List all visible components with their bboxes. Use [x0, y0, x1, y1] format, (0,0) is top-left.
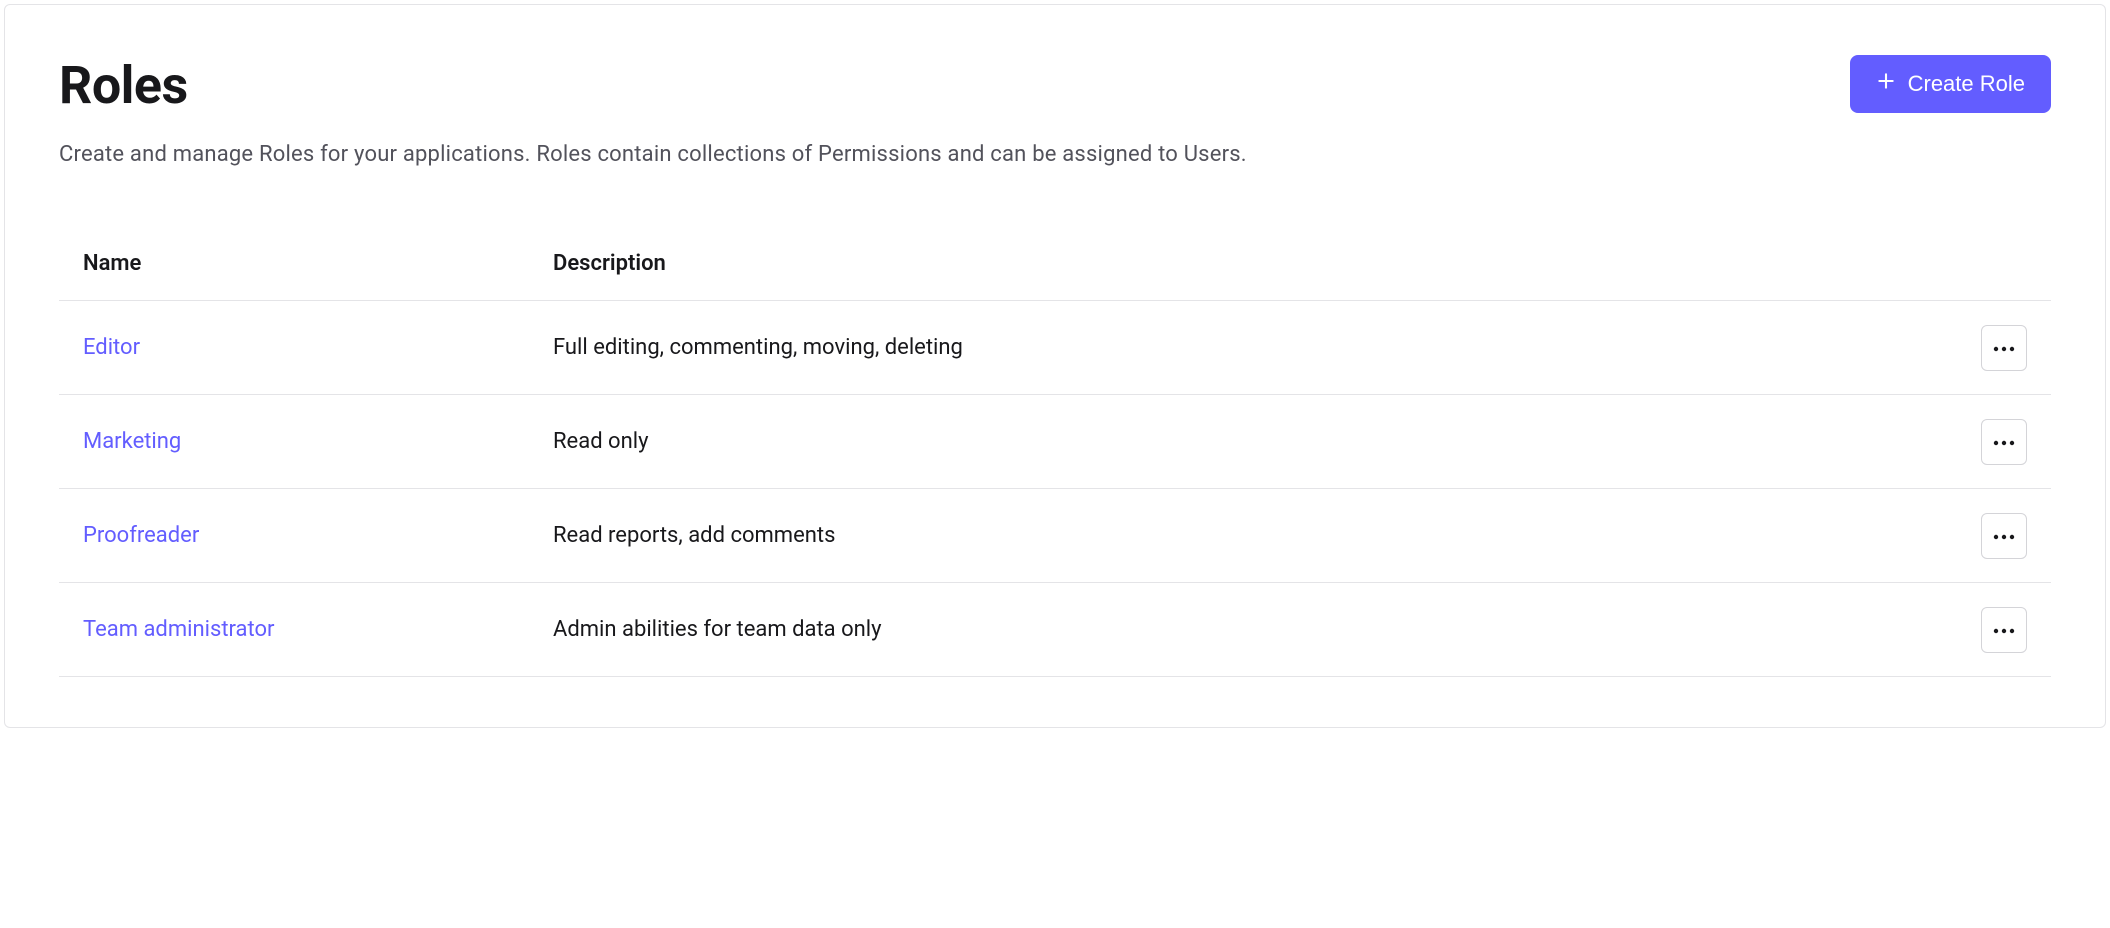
more-horizontal-icon [1993, 622, 2015, 637]
row-actions-button[interactable] [1981, 513, 2027, 559]
role-description: Read only [553, 429, 1947, 454]
column-header-description: Description [553, 251, 1947, 276]
role-name-link[interactable]: Editor [83, 335, 553, 360]
roles-panel: Roles Create Role Create and manage Role… [4, 4, 2106, 728]
row-actions-button[interactable] [1981, 419, 2027, 465]
header-row: Roles Create Role [59, 55, 2051, 116]
page-title: Roles [59, 55, 188, 116]
roles-table: Name Description Editor Full editing, co… [59, 227, 2051, 677]
table-row: Marketing Read only [59, 395, 2051, 489]
row-actions-button[interactable] [1981, 325, 2027, 371]
table-row: Proofreader Read reports, add comments [59, 489, 2051, 583]
table-row: Editor Full editing, commenting, moving,… [59, 301, 2051, 395]
role-name-link[interactable]: Proofreader [83, 523, 553, 548]
role-description: Admin abilities for team data only [553, 617, 1947, 642]
table-row: Team administrator Admin abilities for t… [59, 583, 2051, 677]
more-horizontal-icon [1993, 528, 2015, 543]
plus-icon [1876, 71, 1896, 97]
role-name-link[interactable]: Team administrator [83, 617, 553, 642]
more-horizontal-icon [1993, 434, 2015, 449]
page-subtitle: Create and manage Roles for your applica… [59, 142, 2051, 167]
column-header-name: Name [83, 251, 553, 276]
row-actions-button[interactable] [1981, 607, 2027, 653]
more-horizontal-icon [1993, 340, 2015, 355]
role-name-link[interactable]: Marketing [83, 429, 553, 454]
role-description: Full editing, commenting, moving, deleti… [553, 335, 1947, 360]
table-header: Name Description [59, 227, 2051, 301]
create-role-label: Create Role [1908, 71, 2025, 97]
role-description: Read reports, add comments [553, 523, 1947, 548]
create-role-button[interactable]: Create Role [1850, 55, 2051, 113]
